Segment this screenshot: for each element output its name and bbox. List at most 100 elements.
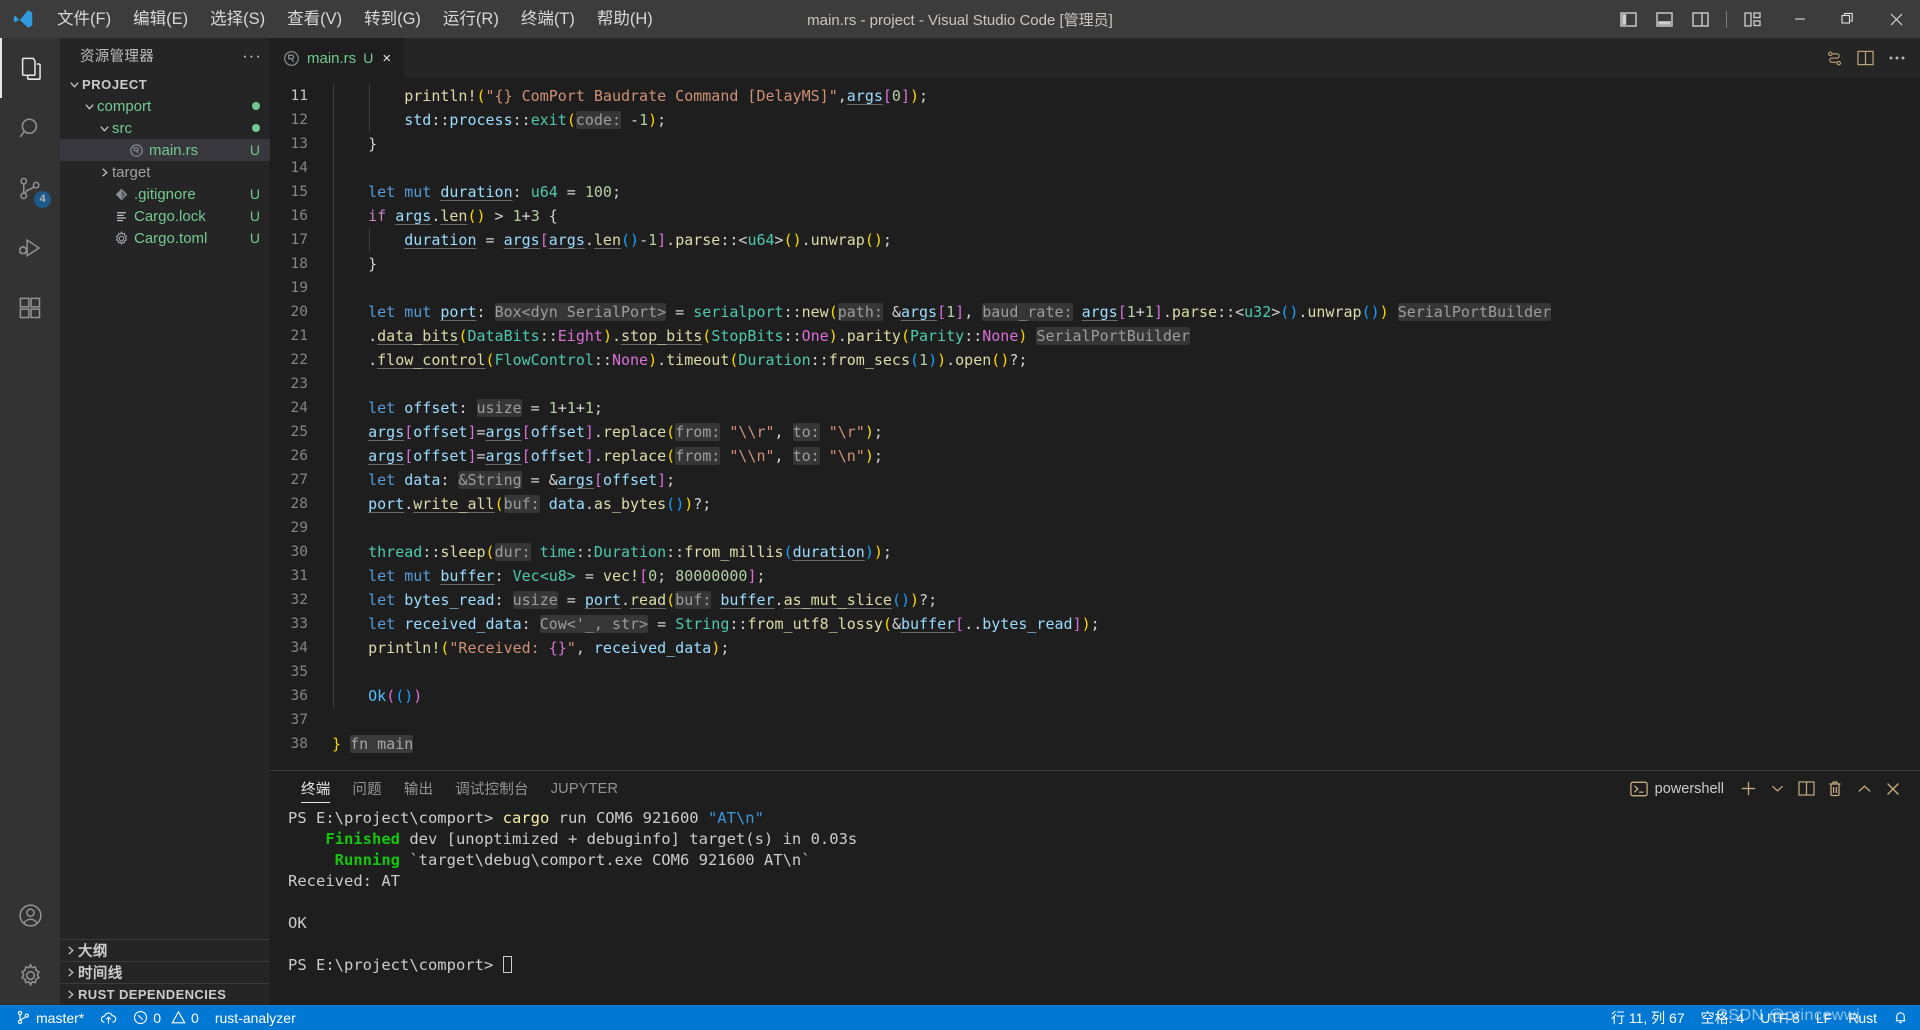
code-line[interactable]: 18 }: [270, 252, 1920, 276]
new-terminal-icon[interactable]: [1735, 776, 1761, 802]
menu-edit[interactable]: 编辑(E): [122, 4, 199, 34]
status-encoding[interactable]: UTF-8: [1752, 1005, 1808, 1030]
sidebar-item-explorer[interactable]: [0, 38, 60, 98]
menu-help[interactable]: 帮助(H): [586, 4, 664, 34]
terminal-dropdown-icon[interactable]: [1764, 776, 1790, 802]
status-problems[interactable]: 0 0: [125, 1005, 207, 1030]
sidebar-section-rust-dependencies[interactable]: RUST DEPENDENCIES: [60, 983, 270, 1005]
code-line[interactable]: 21 .data_bits(DataBits::Eight).stop_bits…: [270, 324, 1920, 348]
tree-item-project[interactable]: PROJECT: [60, 73, 270, 95]
code-line[interactable]: 20 let mut port: Box<dyn SerialPort> = s…: [270, 300, 1920, 324]
code-token: 1: [946, 303, 955, 321]
code-line[interactable]: 27 let data: &String = &args[offset];: [270, 468, 1920, 492]
restore-icon[interactable]: [1824, 0, 1872, 38]
menu-go[interactable]: 转到(G): [353, 4, 432, 34]
code-line[interactable]: 37: [270, 708, 1920, 732]
manage-gear-icon[interactable]: [0, 945, 60, 1005]
split-editor-icon[interactable]: [1857, 50, 1874, 66]
close-panel-icon[interactable]: [1880, 776, 1906, 802]
status-eol[interactable]: LF: [1808, 1005, 1840, 1030]
chevron-down-icon[interactable]: [96, 123, 112, 134]
tree-item-gitignore[interactable]: .gitignoreU: [60, 183, 270, 205]
code-line[interactable]: 30 thread::sleep(dur: time::Duration::fr…: [270, 540, 1920, 564]
code-line[interactable]: 17 duration = args[args.len()-1].parse::…: [270, 228, 1920, 252]
menu-file[interactable]: 文件(F): [46, 4, 122, 34]
code-line[interactable]: 24 let offset: usize = 1+1+1;: [270, 396, 1920, 420]
code-line[interactable]: 15 let mut duration: u64 = 100;: [270, 180, 1920, 204]
code-line[interactable]: 28 port.write_all(buf: data.as_bytes())?…: [270, 492, 1920, 516]
code-line[interactable]: 13 }: [270, 132, 1920, 156]
terminal-shell-selector[interactable]: powershell: [1622, 781, 1732, 797]
code-line[interactable]: 23: [270, 372, 1920, 396]
menu-view[interactable]: 查看(V): [276, 4, 353, 34]
code-line[interactable]: 14: [270, 156, 1920, 180]
code-line[interactable]: 38} fn main: [270, 732, 1920, 756]
split-terminal-icon[interactable]: [1793, 776, 1819, 802]
terminal-shell-label: powershell: [1655, 781, 1724, 797]
accounts-icon[interactable]: [0, 885, 60, 945]
close-icon[interactable]: [1872, 0, 1920, 38]
chevron-right-icon[interactable]: [96, 167, 112, 178]
code-token: [: [522, 447, 531, 465]
panel-tab-jupyter[interactable]: JUPYTER: [540, 771, 629, 806]
status-language-server[interactable]: rust-analyzer: [207, 1005, 304, 1030]
code-line[interactable]: 36 Ok(()): [270, 684, 1920, 708]
panel-tab-output[interactable]: 输出: [393, 771, 444, 806]
panel-tab-problems[interactable]: 问题: [341, 771, 392, 806]
menu-terminal[interactable]: 终端(T): [510, 4, 586, 34]
code-line[interactable]: 12 std::process::exit(code: -1);: [270, 108, 1920, 132]
menu-selection[interactable]: 选择(S): [199, 4, 276, 34]
status-notifications-bell-icon[interactable]: [1885, 1005, 1916, 1030]
code-token: 1: [567, 399, 576, 417]
tree-item-src[interactable]: src: [60, 117, 270, 139]
code-line[interactable]: 32 let bytes_read: usize = port.read(buf…: [270, 588, 1920, 612]
status-indentation[interactable]: 空格: 4: [1693, 1005, 1753, 1030]
minimize-icon[interactable]: [1776, 0, 1824, 38]
code-line[interactable]: 25 args[offset]=args[offset].replace(fro…: [270, 420, 1920, 444]
code-line[interactable]: 33 let received_data: Cow<'_, str> = Str…: [270, 612, 1920, 636]
menu-run[interactable]: 运行(R): [432, 4, 510, 34]
tree-item-comport[interactable]: comport: [60, 95, 270, 117]
status-sync[interactable]: [92, 1005, 125, 1030]
code-line[interactable]: 29: [270, 516, 1920, 540]
tree-item-cargo-toml[interactable]: Cargo.tomlU: [60, 227, 270, 249]
collapse-panel-icon[interactable]: [1851, 776, 1877, 802]
code-line[interactable]: 31 let mut buffer: Vec<u8> = vec![0; 800…: [270, 564, 1920, 588]
code-line[interactable]: 11 println!("{} ComPort Baudrate Command…: [270, 84, 1920, 108]
sidebar-item-extensions[interactable]: [0, 278, 60, 338]
sidebar-section-timeline[interactable]: 时间线: [60, 961, 270, 983]
status-branch[interactable]: master*: [8, 1005, 92, 1030]
code-editor[interactable]: 11 println!("{} ComPort Baudrate Command…: [270, 78, 1920, 770]
sidebar-item-search[interactable]: [0, 98, 60, 158]
toggle-primary-sidebar-icon[interactable]: [1611, 4, 1645, 34]
code-line[interactable]: 26 args[offset]=args[offset].replace(fro…: [270, 444, 1920, 468]
status-language-mode[interactable]: Rust: [1840, 1005, 1885, 1030]
tab-main-rs[interactable]: main.rs U ×: [270, 38, 405, 78]
kill-terminal-icon[interactable]: [1822, 776, 1848, 802]
chevron-down-icon[interactable]: [66, 79, 82, 90]
run-icon[interactable]: [1826, 50, 1843, 67]
code-line[interactable]: 35: [270, 660, 1920, 684]
code-line[interactable]: 16 if args.len() > 1+3 {: [270, 204, 1920, 228]
tree-item-main-rs[interactable]: main.rsU: [60, 139, 270, 161]
more-actions-icon[interactable]: [1888, 55, 1906, 61]
panel-tab-debug-console[interactable]: 调试控制台: [444, 771, 540, 806]
tab-close-icon[interactable]: ×: [380, 51, 393, 66]
tree-item-cargo-lock[interactable]: Cargo.lockU: [60, 205, 270, 227]
terminal-output[interactable]: PS E:\project\comport> cargo run COM6 92…: [270, 806, 1920, 1005]
chevron-down-icon[interactable]: [81, 101, 97, 112]
code-line[interactable]: 19: [270, 276, 1920, 300]
tree-item-target[interactable]: target: [60, 161, 270, 183]
code-line[interactable]: 22 .flow_control(FlowControl::None).time…: [270, 348, 1920, 372]
toggle-secondary-sidebar-icon[interactable]: [1683, 4, 1717, 34]
sidebar-section-outline[interactable]: 大纲: [60, 939, 270, 961]
panel-tab-terminal[interactable]: 终端: [290, 771, 341, 806]
sidebar-item-run-and-debug[interactable]: [0, 218, 60, 278]
file-tree[interactable]: PROJECTcomportsrcmain.rsUtarget.gitignor…: [60, 73, 270, 939]
code-line[interactable]: 34 println!("Received: {}", received_dat…: [270, 636, 1920, 660]
sidebar-item-source-control[interactable]: 4: [0, 158, 60, 218]
customize-layout-icon[interactable]: [1736, 4, 1770, 34]
toggle-panel-icon[interactable]: [1647, 4, 1681, 34]
sidebar-more-actions-icon[interactable]: ···: [242, 46, 262, 66]
status-cursor-position[interactable]: 行 11, 列 67: [1603, 1005, 1693, 1030]
